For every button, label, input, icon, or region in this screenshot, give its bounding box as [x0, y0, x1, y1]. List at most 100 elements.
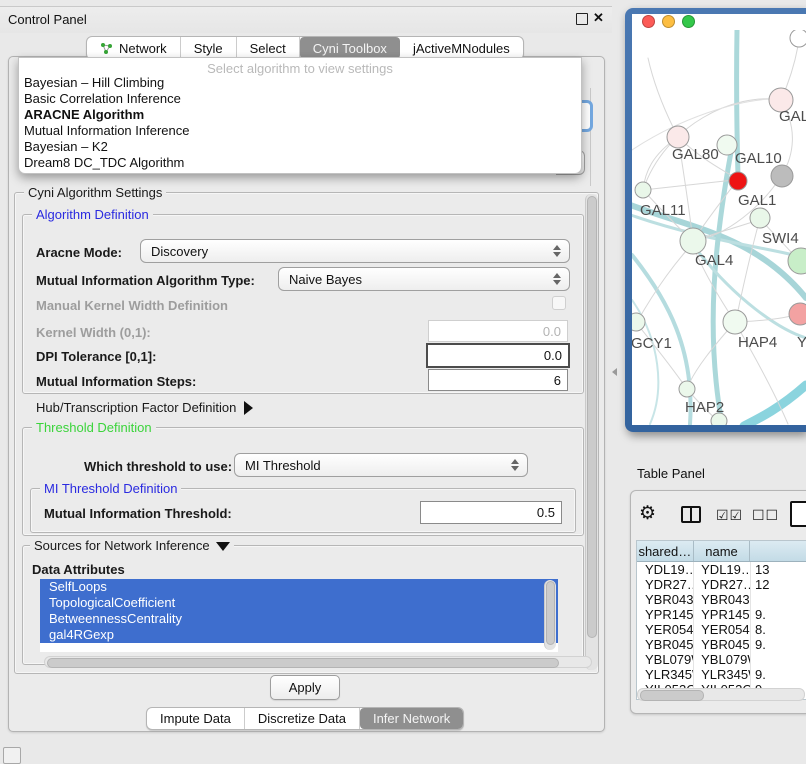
table-row[interactable]: YER054CYER054C8. — [637, 622, 806, 637]
attribute-item[interactable]: SelfLoops — [40, 579, 558, 595]
column-header[interactable]: shared… — [637, 541, 694, 561]
network-canvas[interactable]: GALGAL80GAL10GAL1GAL11GAL4GCY1HAP4HAP2SW… — [632, 30, 806, 425]
minimized-panel-icon[interactable] — [3, 747, 21, 764]
tab-network[interactable]: Network — [87, 37, 181, 59]
show-columns-icon[interactable]: ☑☑ — [716, 507, 743, 524]
float-window-icon[interactable] — [576, 13, 588, 25]
table-cell: 9. — [751, 607, 806, 622]
table-cell: YER054C — [637, 622, 694, 637]
settings-vertical-scrollbar[interactable] — [585, 194, 598, 670]
algorithm-option[interactable]: Mutual Information Inference — [19, 123, 581, 139]
algorithm-option[interactable]: Dream8 DC_TDC Algorithm — [19, 155, 581, 171]
expanded-arrow-icon — [216, 542, 230, 551]
h-scrollbar-thumb[interactable] — [47, 658, 559, 668]
table-cell: 13 — [751, 562, 806, 577]
which-threshold-value: MI Threshold — [235, 458, 507, 473]
attributes-scrollbar[interactable] — [544, 580, 556, 650]
algorithm-option[interactable]: Bayesian – Hill Climbing — [19, 75, 581, 91]
network-edge — [632, 99, 772, 150]
algorithm-option[interactable]: Bayesian – K2 — [19, 139, 581, 155]
table-cell: YLR345W — [637, 667, 694, 682]
tab-infer-network[interactable]: Infer Network — [360, 708, 463, 729]
attributes-scrollbar-thumb[interactable] — [546, 581, 555, 645]
data-attributes-label: Data Attributes — [32, 562, 125, 577]
sources-toggle[interactable]: Sources for Network Inference — [30, 539, 234, 552]
hub-section-label: Hub/Transcription Factor Definition — [36, 400, 236, 415]
hide-columns-icon[interactable]: ☐☐ — [752, 507, 779, 524]
mi-type-select[interactable]: Naive Bayes — [278, 267, 570, 291]
table-row[interactable]: YPR145WYPR145W9. — [637, 607, 806, 622]
aracne-mode-select[interactable]: Discovery — [140, 239, 570, 263]
kernel-width-field[interactable]: 0.0 — [428, 320, 568, 342]
settings-scrollbar-thumb[interactable] — [587, 196, 597, 638]
tab-style[interactable]: Style — [181, 37, 237, 59]
manual-kernel-label: Manual Kernel Width Definition — [36, 298, 228, 313]
table-h-scrollbar-thumb[interactable] — [640, 690, 704, 701]
tab-jactivemnodules[interactable]: jActiveMNodules — [400, 37, 523, 59]
table-row[interactable]: YLR345WYLR345W9. — [637, 667, 806, 682]
tab-select[interactable]: Select — [237, 37, 300, 59]
attribute-item[interactable]: gal4RGexp — [40, 627, 558, 643]
network-node-gal4[interactable] — [680, 228, 706, 254]
table-cell: YDL19… — [637, 562, 694, 577]
split-columns-icon[interactable] — [681, 506, 701, 523]
attribute-item[interactable]: TopologicalCoefficient — [40, 595, 558, 611]
mi-threshold-group-title: MI Threshold Definition — [40, 482, 181, 495]
network-node-gal80[interactable] — [667, 126, 689, 148]
settings-horizontal-scrollbar[interactable] — [44, 656, 592, 668]
apply-button[interactable]: Apply — [270, 675, 340, 700]
manual-kernel-checkbox[interactable] — [552, 296, 566, 310]
table-row[interactable]: YBR043CYBR043C — [637, 592, 806, 607]
table-row[interactable]: YBL079WYBL079W — [637, 652, 806, 667]
node-attribute-table: shared…nameYDL19…YDL19…13YDR27…YDR27…12Y… — [636, 540, 806, 700]
mi-steps-field[interactable]: 6 — [428, 369, 568, 391]
mac-close-icon[interactable] — [642, 15, 655, 28]
export-table-icon[interactable] — [790, 501, 806, 527]
algorithm-dropdown-popup: Select algorithm to view settings Bayesi… — [18, 57, 582, 174]
network-node[interactable] — [711, 413, 727, 425]
tab-discretize-data[interactable]: Discretize Data — [245, 708, 360, 729]
network-edge — [643, 180, 734, 190]
mi-steps-label: Mutual Information Steps: — [36, 374, 196, 389]
attribute-item[interactable]: BetweennessCentrality — [40, 611, 558, 627]
dpi-tolerance-field[interactable]: 0.0 — [426, 343, 570, 368]
network-node-gal1[interactable] — [750, 208, 770, 228]
table-row[interactable]: YDL19…YDL19…13 — [637, 562, 806, 577]
node-label: Y — [797, 334, 806, 351]
column-header[interactable]: name — [694, 541, 751, 561]
algorithm-option[interactable]: ARACNE Algorithm — [19, 107, 581, 123]
table-cell: YDR27… — [694, 577, 751, 592]
collapsed-arrow-icon — [244, 401, 253, 415]
network-node-gal10[interactable] — [717, 135, 737, 155]
table-settings-gear-icon[interactable]: ⚙ — [639, 504, 656, 524]
network-node-gcy1[interactable] — [632, 313, 645, 331]
algorithm-option[interactable]: Basic Correlation Inference — [19, 91, 581, 107]
table-cell: YER054C — [694, 622, 751, 637]
tab-cyni-toolbox[interactable]: Cyni Toolbox — [300, 37, 400, 59]
tab-label: Impute Data — [160, 711, 231, 726]
network-node[interactable] — [789, 303, 806, 325]
mi-threshold-field[interactable]: 0.5 — [420, 501, 562, 524]
dpi-tolerance-label: DPI Tolerance [0,1]: — [36, 349, 156, 364]
network-node[interactable] — [729, 172, 747, 190]
network-node-hap2[interactable] — [679, 381, 695, 397]
which-threshold-select[interactable]: MI Threshold — [234, 453, 528, 477]
network-node[interactable] — [771, 165, 793, 187]
panel-splitter-handle[interactable] — [612, 368, 617, 376]
close-icon[interactable]: ✕ — [593, 10, 604, 26]
column-header[interactable] — [750, 541, 806, 561]
table-cell: YBL079W — [637, 652, 694, 667]
tab-impute-data[interactable]: Impute Data — [147, 708, 245, 729]
table-cell: YDL19… — [694, 562, 751, 577]
table-row[interactable]: YDR27…YDR27…12 — [637, 577, 806, 592]
mac-minimize-icon[interactable] — [662, 15, 675, 28]
network-node[interactable] — [790, 30, 806, 47]
network-node-hap4[interactable] — [723, 310, 747, 334]
table-row[interactable]: YBR045CYBR045C9. — [637, 637, 806, 652]
hub-section-toggle[interactable]: Hub/Transcription Factor Definition — [36, 400, 253, 415]
mac-zoom-icon[interactable] — [682, 15, 695, 28]
network-node-gal11[interactable] — [635, 182, 651, 198]
control-panel-title: Control Panel — [8, 12, 87, 27]
node-label: GAL10 — [735, 150, 782, 167]
table-horizontal-scrollbar[interactable] — [637, 688, 805, 701]
